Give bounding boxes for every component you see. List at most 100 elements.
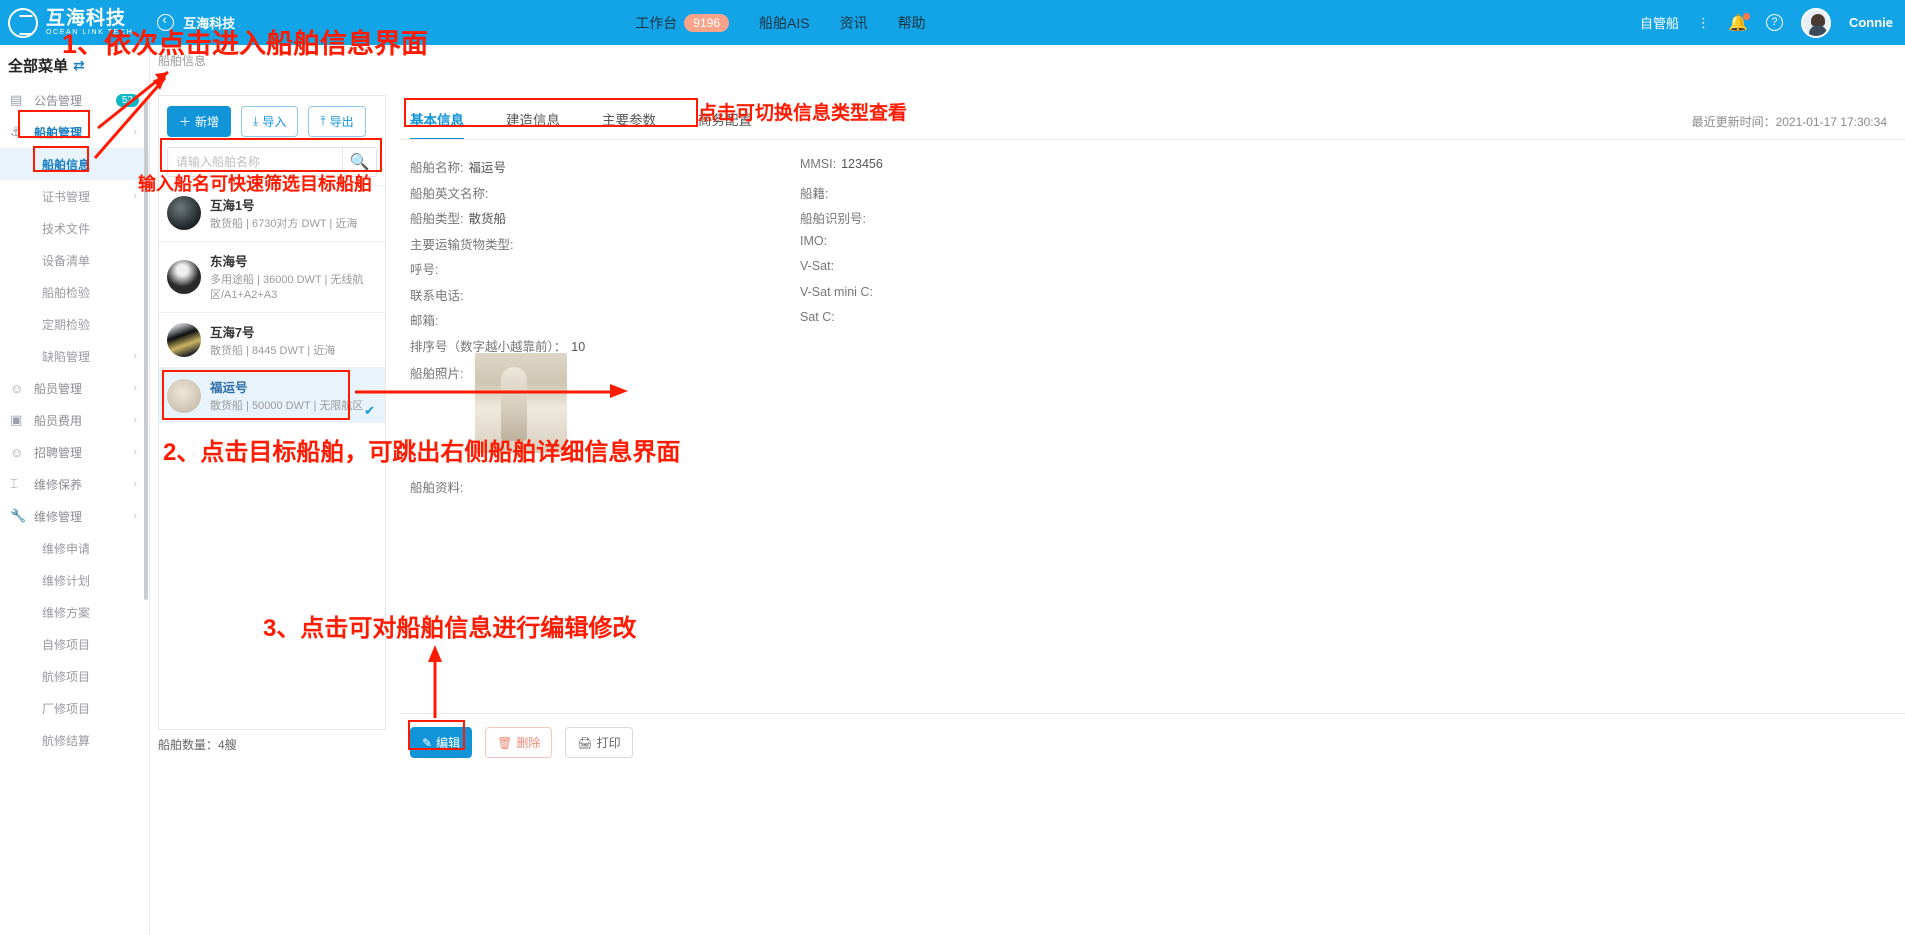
ship-meta: 散货船 | 6730对方 DWT | 近海	[210, 218, 358, 230]
ship-meta: 散货船 | 8445 DWT | 近海	[210, 344, 336, 357]
fleet-selector[interactable]: 自管船	[1640, 13, 1679, 32]
sidebar-item-5[interactable]: 设备清单	[0, 244, 149, 276]
arrow-head-1	[155, 72, 168, 84]
sidebar-item-7[interactable]: 定期检验	[0, 308, 149, 340]
header-right-group: 自管船 ⋮ 🔔 ? Connie	[1640, 0, 1893, 45]
annotation-box-ship-management	[18, 110, 90, 138]
check-icon: ✔	[364, 403, 375, 419]
app-root: 互海科技 OCEAN LINK TECH 互海科技 工作台 9196 船舶AIS…	[0, 0, 1905, 935]
import-button[interactable]: ⤓ 导入	[241, 106, 299, 137]
ship-name: 互海7号	[210, 325, 255, 340]
delete-button[interactable]: 🗑 删除	[485, 727, 553, 758]
export-button-label: 导出	[329, 115, 354, 129]
sidebar-item-label: 航修项目	[42, 669, 91, 684]
add-button[interactable]: ＋ 新增	[167, 106, 232, 137]
nav-item-ais[interactable]: 船舶AIS	[759, 13, 810, 33]
annotation-box-ship-info	[33, 146, 89, 172]
field-right: 船舶识别号:	[800, 212, 866, 226]
field-row: 呼号: V-Sat:	[410, 259, 1350, 285]
sidebar-item-18[interactable]: 航修项目	[0, 660, 149, 692]
field-left-value: 10	[571, 339, 586, 354]
update-time: 最近更新时间：2021-01-17 17:30:34	[1691, 115, 1887, 129]
workbench-badge: 9196	[684, 13, 729, 32]
nav-item-workbench[interactable]: 工作台 9196	[635, 13, 729, 33]
printer-icon: 🖨	[577, 735, 593, 750]
annotation-box-tabs	[404, 98, 698, 127]
sidebar-item-list: ▤ 公告管理 52 ⚓ 船舶管理 › 船舶信息 证书管理 › 技术文件 设备清单 船舶检验 定期检验 缺陷…	[0, 84, 149, 756]
sidebar-item-15[interactable]: 维修计划	[0, 564, 149, 596]
sidebar-item-label: 定期检验	[42, 317, 91, 332]
sidebar-item-17[interactable]: 自修项目	[0, 628, 149, 660]
annotation-box-search	[160, 138, 382, 172]
ship-list-item[interactable]: 互海7号散货船 | 8445 DWT | 近海	[159, 311, 385, 368]
sidebar-item-label: 船员费用	[34, 413, 83, 428]
sidebar-item-label: 维修管理	[34, 509, 83, 524]
sidebar-item-12[interactable]: ⌶ 维修保养 ›	[0, 468, 149, 500]
ship-info: 互海7号散货船 | 8445 DWT | 近海	[210, 322, 335, 359]
sidebar-item-19[interactable]: 厂修项目	[0, 692, 149, 724]
field-row: 联系电话: V-Sat mini C:	[410, 285, 1350, 311]
sidebar-item-4[interactable]: 技术文件	[0, 212, 149, 244]
field-left-value: 散货船	[468, 212, 506, 226]
photo-label: 船舶照片:	[410, 367, 464, 381]
list-toolbar: ＋ 新增 ⤓ 导入 ⤒ 导出	[159, 96, 385, 143]
user-icon: ☺	[10, 444, 24, 460]
sidebar-item-3[interactable]: 证书管理 ›	[0, 180, 149, 212]
ship-count-label: 船舶数量：4艘	[158, 738, 237, 752]
annotation-text-1: 输入船名可快速筛选目标船舶	[138, 174, 372, 194]
ship-meta: 多用途船 | 36000 DWT | 无线航区/A1+A2+A3	[210, 273, 364, 301]
field-right: Sat C:	[800, 310, 835, 324]
sidebar-item-16[interactable]: 维修方案	[0, 596, 149, 628]
ship-avatar	[167, 196, 201, 231]
ship-name: 东海号	[210, 254, 248, 269]
more-options-icon[interactable]: ⋮	[1697, 15, 1710, 31]
sidebar-item-8[interactable]: 缺陷管理 ›	[0, 340, 149, 372]
sidebar-item-11[interactable]: ☺ 招聘管理 ›	[0, 436, 149, 468]
field-row: 船舶名称: 福运号 MMSI: 123456	[410, 157, 1350, 183]
notification-dot	[1742, 12, 1750, 20]
ship-info: 互海1号 散货船 | 6730对方 DWT | 近海	[210, 195, 357, 232]
tool-icon: ⌶	[10, 476, 18, 491]
chevron-right-icon: ›	[133, 382, 137, 394]
print-button[interactable]: 🖨 打印	[565, 727, 633, 758]
field-left: 船舶英文名称:	[410, 186, 489, 201]
sidebar-item-14[interactable]: 维修申请	[0, 532, 149, 564]
trash-icon: 🗑	[497, 735, 513, 750]
annotation-text-0: 1、依次点击进入船舶信息界面	[62, 29, 429, 59]
help-icon[interactable]: ?	[1765, 14, 1783, 31]
sidebar-item-20[interactable]: 航修结算	[0, 724, 149, 756]
annotation-text-2: 点击可切换信息类型查看	[698, 103, 908, 124]
nav-item-help[interactable]: 帮助	[898, 13, 926, 33]
sidebar-item-label: 技术文件	[42, 221, 91, 236]
tab-underline	[400, 139, 1905, 140]
sidebar-item-6[interactable]: 船舶检验	[0, 276, 149, 308]
logo-icon	[8, 7, 38, 38]
field-right-value: 123456	[841, 157, 883, 171]
print-button-label: 打印	[596, 736, 621, 750]
sidebar-item-label: 船员管理	[34, 381, 83, 396]
field-right	[800, 336, 1190, 362]
field-left: 主要运输货物类型:	[410, 237, 514, 252]
field-left: 联系电话:	[410, 288, 464, 303]
sidebar-item-label: 船舶检验	[42, 285, 91, 300]
sidebar-item-label: 自修项目	[42, 637, 91, 652]
chevron-right-icon: ›	[133, 446, 137, 458]
ship-list-item[interactable]: 东海号多用途船 | 36000 DWT | 无线航区/A1+A2+A3	[159, 240, 385, 312]
ship-info: 东海号多用途船 | 36000 DWT | 无线航区/A1+A2+A3	[210, 251, 377, 303]
sidebar-item-13[interactable]: 🔧 维修管理 ›	[0, 500, 149, 532]
export-button[interactable]: ⤒ 导出	[308, 106, 366, 137]
sidebar-item-10[interactable]: ▣ 船员费用 ›	[0, 404, 149, 436]
bell-icon[interactable]: 🔔	[1728, 12, 1750, 33]
sidebar-item-label: 证书管理	[42, 189, 91, 204]
nav-item-news[interactable]: 资讯	[840, 13, 868, 33]
chevron-right-icon: ›	[133, 350, 137, 362]
annotation-box-selected-ship	[162, 370, 350, 420]
user-icon: ☺	[10, 380, 24, 396]
sidebar-item-9[interactable]: ☺ 船员管理 ›	[0, 372, 149, 404]
avatar[interactable]	[1800, 7, 1831, 38]
field-right: V-Sat mini C:	[800, 284, 873, 299]
import-icon: ⤓	[253, 114, 259, 128]
chevron-right-icon: ›	[133, 478, 137, 490]
sidebar-item-label: 缺陷管理	[42, 349, 91, 364]
field-right: V-Sat:	[800, 259, 835, 273]
